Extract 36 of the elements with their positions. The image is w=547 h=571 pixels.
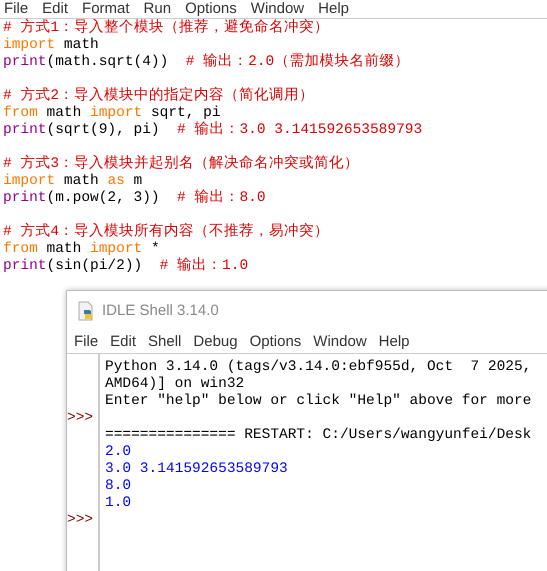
menu-item[interactable]: Format <box>82 0 130 20</box>
menu-item[interactable]: Options <box>250 330 302 354</box>
code-line: import math as m <box>3 173 142 190</box>
code-line: # 方式1：导入整个模块（推荐，避免命名冲突） <box>3 20 330 37</box>
code-line: from math import sqrt, pi <box>3 105 221 121</box>
menu-item[interactable]: Edit <box>110 330 136 354</box>
shell-output-line: AMD64)] on win32 <box>104 376 244 393</box>
shell-output-line: 3.0 3.141592653589793 <box>104 461 288 478</box>
shell-output-line: =============== RESTART: C:/Users/wangyunfei/Desk <box>104 427 532 444</box>
code-line: # 方式3：导入模块并起别名（解决命名冲突或简化） <box>3 156 360 173</box>
menu-item[interactable]: Help <box>378 330 410 354</box>
shell-output-line: Python 3.14.0 (tags/v3.14.0:ebf955d, Oct 7 2025, <box>104 359 532 376</box>
prompt-marker: >>> <box>67 410 94 427</box>
code-line: # 方式4：导入模块所有内容（不推荐，易冲突） <box>3 224 330 241</box>
menu-item[interactable]: Debug <box>193 330 238 354</box>
prompt-marker: >>> <box>67 512 94 529</box>
menu-item[interactable]: File <box>74 330 98 354</box>
code-line: print(sqrt(9), pi) # 输出：3.0 3.141592653589793 <box>3 122 422 139</box>
menu-item[interactable]: Window <box>250 0 304 20</box>
menu-item[interactable]: Run <box>144 0 172 20</box>
shell-output-line: Enter "help" below or click "Help" above for more <box>104 393 532 410</box>
shell-output-line: 8.0 <box>104 478 132 495</box>
code-line: # 方式2：导入模块中的指定内容（简化调用） <box>3 88 314 105</box>
code-line: import math <box>3 37 99 54</box>
code-line: print(sin(pi/2)) # 输出：1.0 <box>3 258 248 275</box>
code-line: from math import * <box>3 241 160 258</box>
menu-item[interactable]: Shell <box>148 330 182 354</box>
menu-item[interactable]: Edit <box>42 0 68 20</box>
menu-item[interactable]: Help <box>318 0 349 20</box>
menu-item[interactable]: Options <box>185 0 237 20</box>
window-title: IDLE Shell 3.14.0 <box>102 300 219 321</box>
shell-output-line: 1.0 <box>104 495 132 512</box>
menu-item[interactable]: Window <box>313 330 367 354</box>
shell-output-line: 2.0 <box>104 444 132 461</box>
code-line: print(math.sqrt(4)) # 输出：2.0（需加模块名前缀） <box>3 54 410 71</box>
code-line: print(m.pow(2, 3)) # 输出：8.0 <box>3 190 266 207</box>
